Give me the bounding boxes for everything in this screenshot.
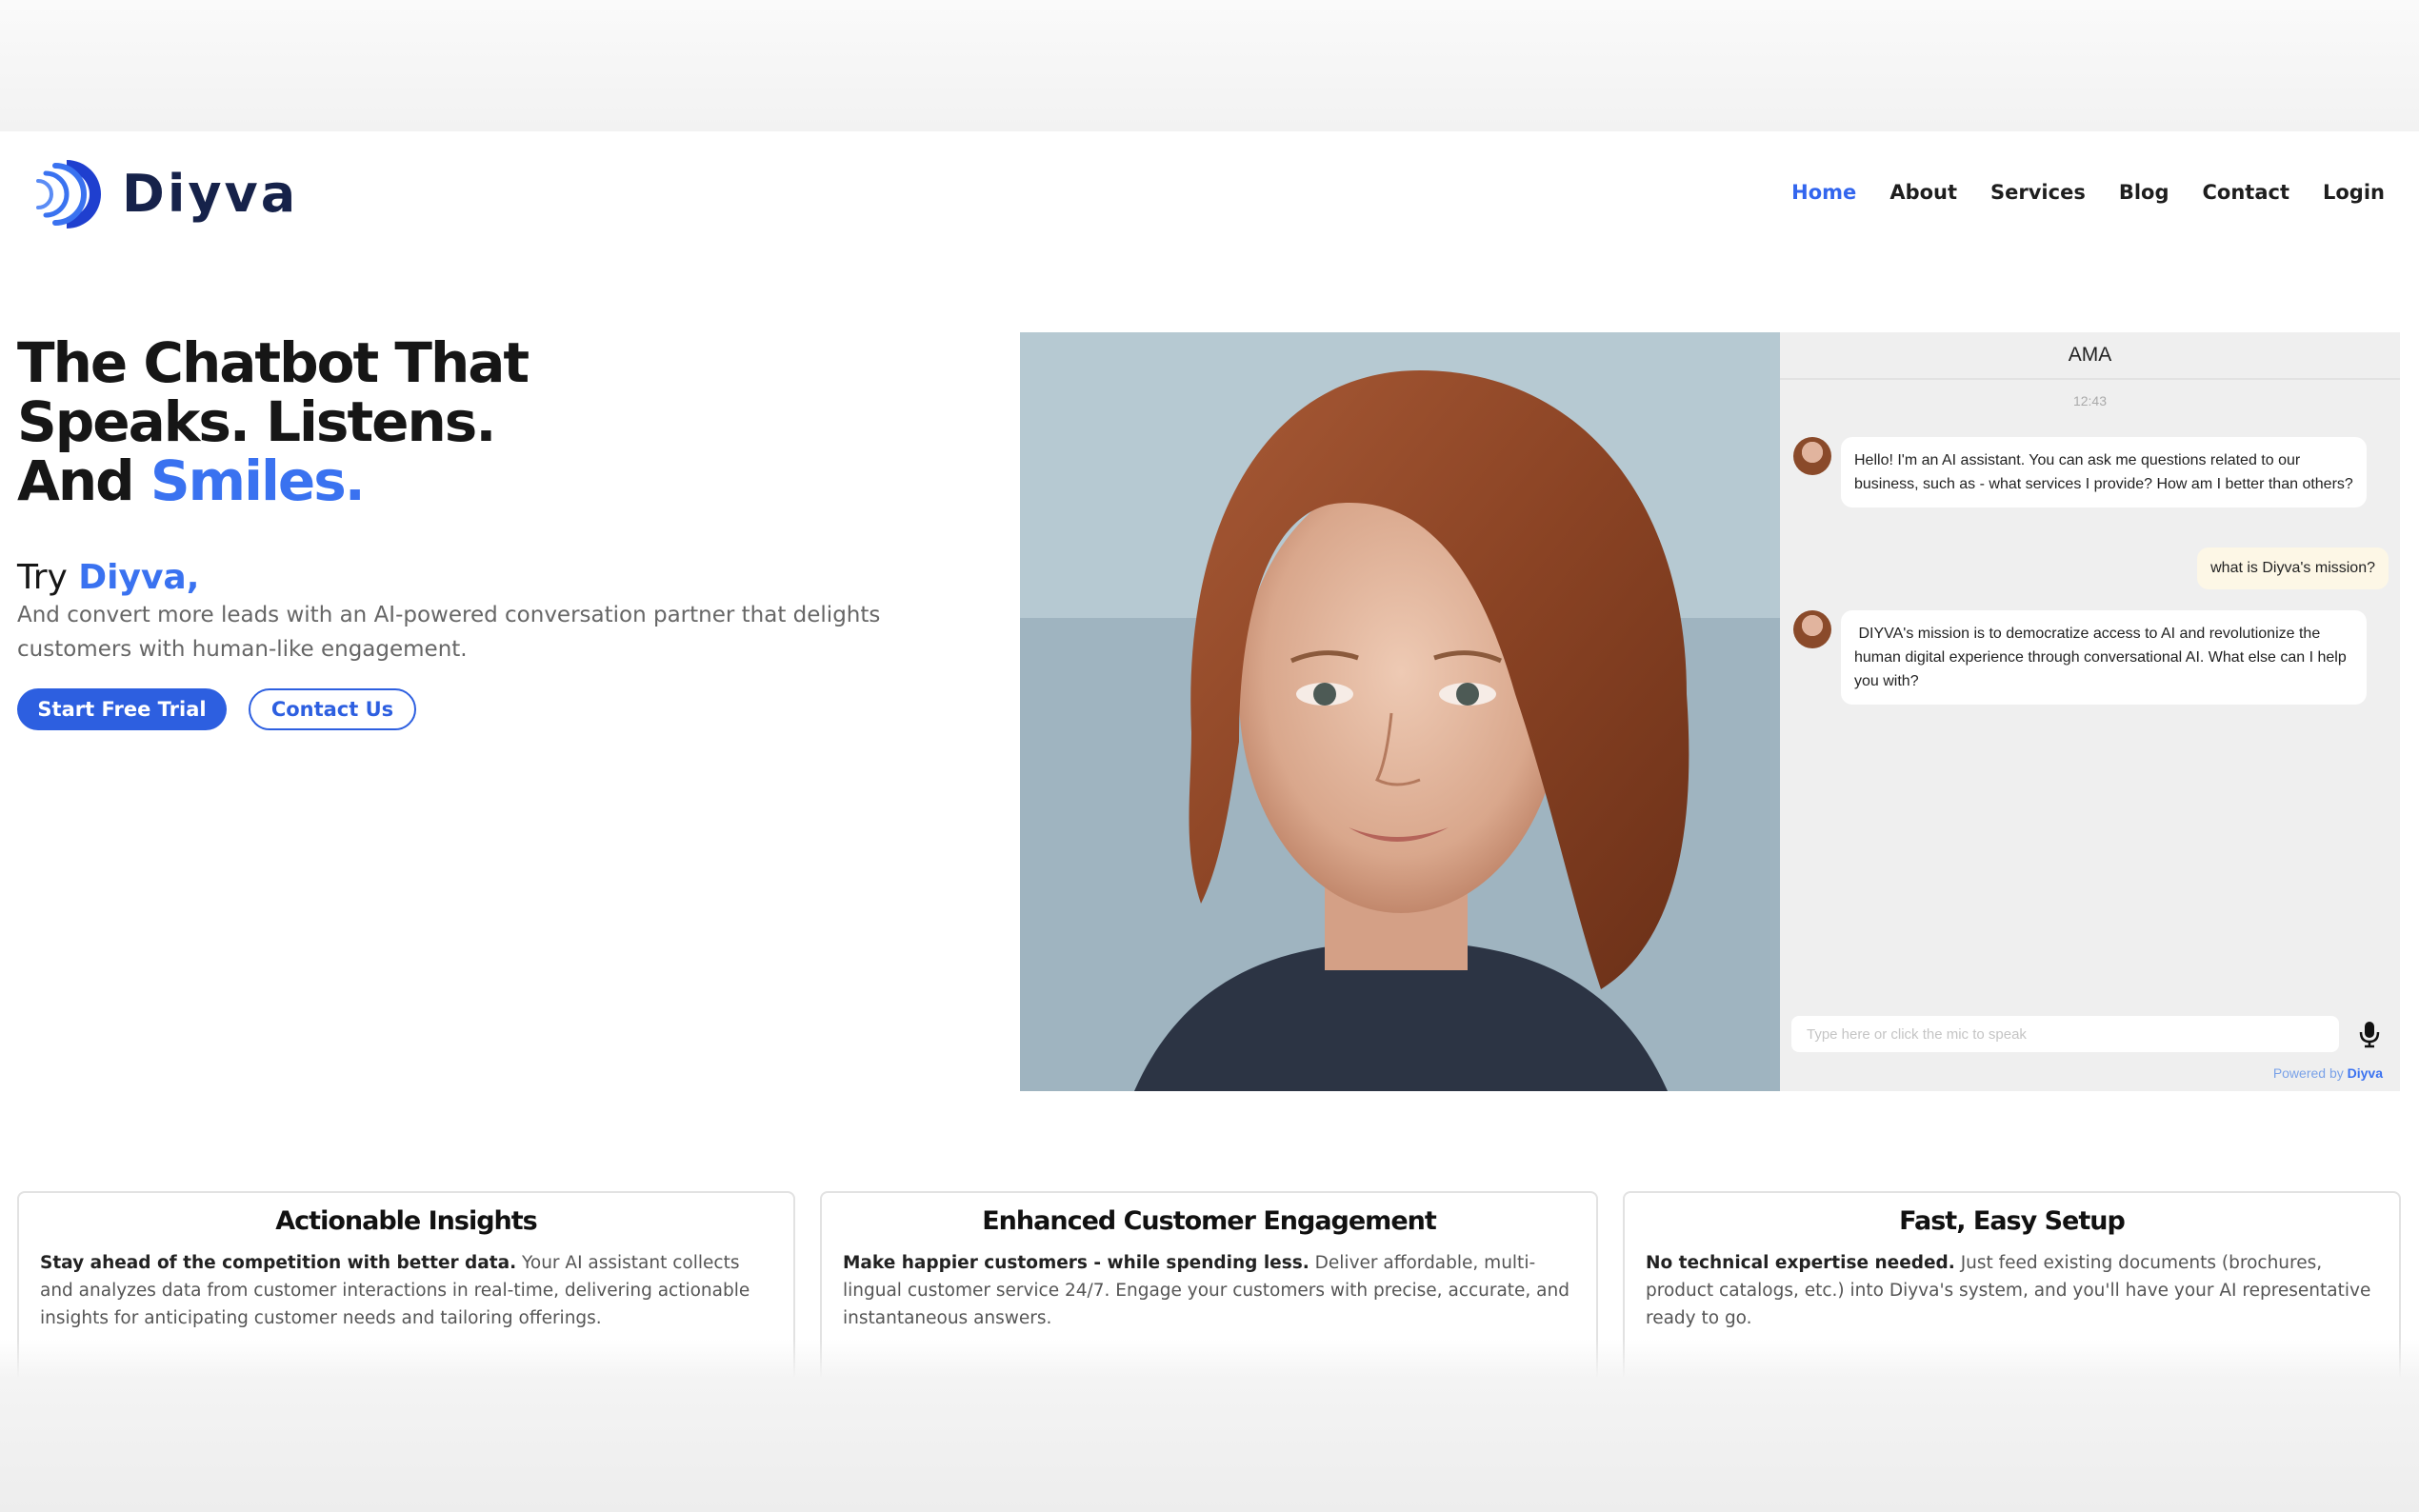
feature-lead: Make happier customers - while spending …	[843, 1253, 1309, 1273]
feature-title: Enhanced Customer Engagement	[982, 1206, 1437, 1236]
user-message: what is Diyva's mission?	[2197, 547, 2389, 589]
nav-login[interactable]: Login	[2323, 181, 2385, 204]
start-free-trial-button[interactable]: Start Free Trial	[17, 688, 227, 730]
bot-message: DIYVA's mission is to democratize access…	[1841, 610, 2367, 705]
bottom-background-band	[0, 1379, 2419, 1512]
chat-panel: AMA 12:43 Hello! I'm an AI assistant. Yo…	[1780, 332, 2400, 1091]
hero-subtitle: And convert more leads with an AI-powere…	[17, 603, 881, 662]
bot-avatar	[1793, 437, 1831, 475]
powered-by-label: Powered by Diyva	[2273, 1065, 2383, 1081]
hero-title-accent: Smiles.	[150, 448, 366, 513]
feature-title: Actionable Insights	[275, 1206, 537, 1236]
feature-description: Make happier customers - while spending …	[843, 1249, 1575, 1332]
avatar-portrait-image	[1020, 332, 1780, 1091]
bot-message: Hello! I'm an AI assistant. You can ask …	[1841, 437, 2367, 507]
try-line: Try Diyva,	[17, 558, 199, 597]
hero-title-line-3-prefix: And	[17, 448, 150, 513]
feature-description: No technical expertise needed. Just feed…	[1646, 1249, 2378, 1332]
chat-timestamp: 12:43	[2072, 393, 2108, 408]
nav-home[interactable]: Home	[1791, 181, 1856, 204]
nav-contact[interactable]: Contact	[2203, 181, 2290, 204]
avatar-video[interactable]	[1020, 332, 1780, 1091]
nav-services[interactable]: Services	[1990, 181, 2086, 204]
page: Diyva Home About Services Blog Contact L…	[0, 131, 2419, 1379]
try-prefix: Try	[17, 558, 79, 597]
bot-message-row: Hello! I'm an AI assistant. You can ask …	[1793, 437, 2367, 507]
powered-by-prefix: Powered by	[2272, 1065, 2348, 1081]
hero-title-line-1: The Chatbot That	[17, 330, 530, 395]
contact-us-button[interactable]: Contact Us	[249, 688, 416, 730]
hero-title: The Chatbot That Speaks. Listens. And Sm…	[17, 330, 530, 510]
logo[interactable]: Diyva	[32, 150, 298, 236]
microphone-icon[interactable]	[2355, 1020, 2384, 1048]
hero-title-line-2: Speaks. Listens.	[17, 389, 496, 454]
chat-input[interactable]: Type here or click the mic to speak	[1791, 1016, 2339, 1052]
cards-fade-overlay	[0, 1339, 2419, 1379]
bot-avatar	[1793, 610, 1831, 648]
feature-description: Stay ahead of the competition with bette…	[40, 1249, 772, 1332]
logo-text: Diyva	[122, 163, 299, 224]
feature-lead: Stay ahead of the competition with bette…	[40, 1253, 517, 1273]
top-background-band	[0, 0, 2419, 131]
feature-lead: No technical expertise needed.	[1646, 1253, 1955, 1273]
try-brand: Diyva,	[78, 558, 200, 597]
nav-about[interactable]: About	[1889, 181, 1957, 204]
diyva-logo-icon	[36, 160, 101, 229]
chat-title: AMA	[1780, 332, 2400, 380]
main-nav: Home About Services Blog Contact Login	[1791, 181, 2385, 204]
feature-title: Fast, Easy Setup	[1899, 1206, 2126, 1236]
hero-title-line-3: And Smiles.	[17, 451, 528, 510]
nav-blog[interactable]: Blog	[2119, 181, 2169, 204]
bot-message-row: DIYVA's mission is to democratize access…	[1793, 610, 2367, 705]
powered-by-brand[interactable]: Diyva	[2348, 1065, 2383, 1081]
